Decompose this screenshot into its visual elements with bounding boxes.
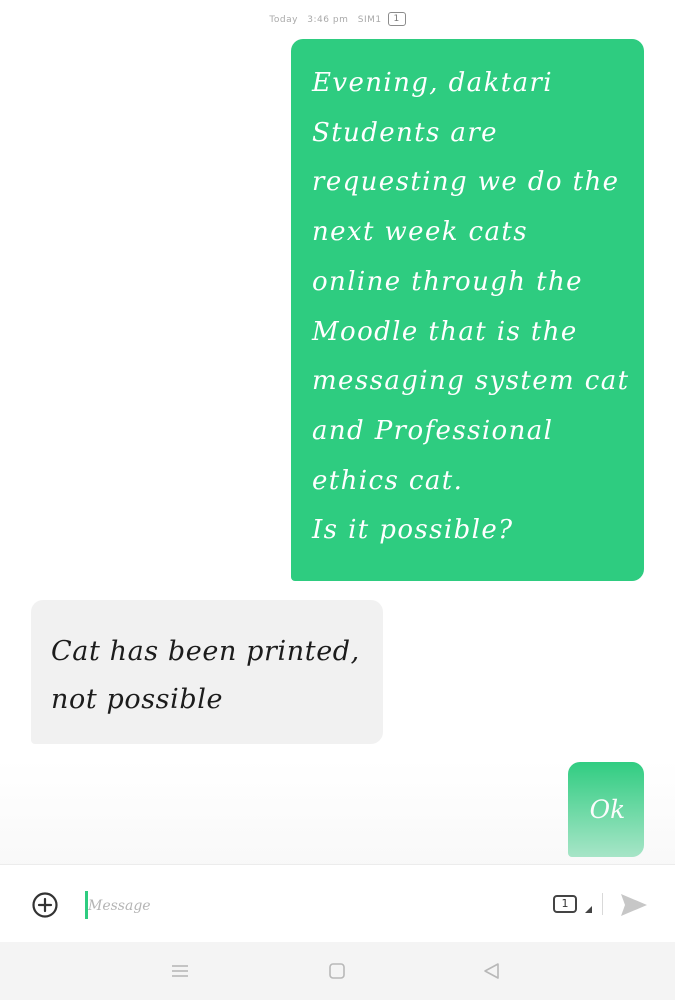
dropdown-corner-icon [585,906,592,913]
composer-divider [602,893,603,915]
sim-selector[interactable]: 1 [553,895,593,919]
back-triangle-icon[interactable] [482,962,502,980]
sim-card-icon: 1 [387,12,406,26]
messaging-screen: Today 3:46 pm SIM1 1 Evening, daktari Stu… [0,0,675,1000]
sim-card-icon: 1 [553,895,577,913]
system-navigation-bar [0,942,675,1000]
outgoing-message-bubble[interactable]: Ok [568,762,644,857]
menu-icon[interactable] [170,962,190,980]
message-composer: 1 [0,864,675,943]
sim-label: SIM1 [357,14,382,25]
plus-circle-icon[interactable] [31,891,59,919]
message-timestamp-line: Today 3:46 pm SIM1 1 [0,12,675,26]
home-square-icon[interactable] [327,962,347,980]
incoming-message-bubble[interactable]: Cat has been printed, not possible [31,600,383,744]
timestamp-day: Today [269,14,298,25]
send-icon[interactable] [619,892,649,918]
timestamp-time: 3:46 pm [307,14,349,25]
message-input[interactable] [88,892,508,920]
outgoing-message-bubble[interactable]: Evening, daktari Students are requesting… [291,39,644,581]
